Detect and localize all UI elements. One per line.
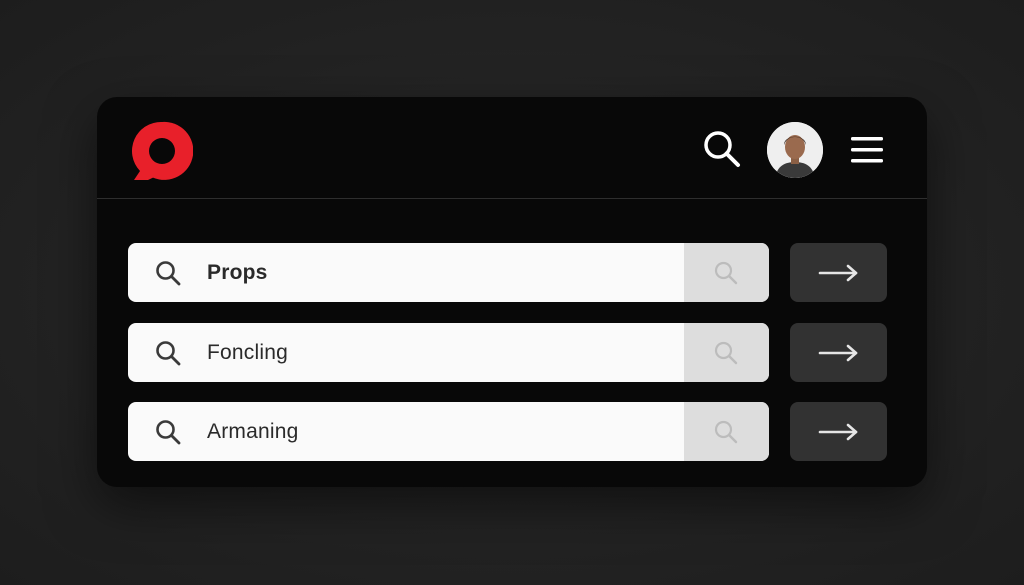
search-field[interactable]: Armaning <box>128 402 769 461</box>
search-icon <box>156 420 181 445</box>
search-icon <box>156 341 181 366</box>
search-row: Props <box>128 243 888 303</box>
field-search-button[interactable] <box>684 243 769 302</box>
arrow-right-icon <box>818 423 858 441</box>
search-icon <box>714 261 738 285</box>
search-field[interactable]: Foncling <box>128 323 769 382</box>
search-icon <box>714 420 738 444</box>
field-search-button[interactable] <box>684 323 769 382</box>
user-portrait-icon <box>767 122 823 178</box>
search-row: Foncling <box>128 323 888 383</box>
arrow-right-icon <box>818 264 858 282</box>
search-icon <box>156 261 181 286</box>
search-input-value[interactable]: Props <box>207 243 268 302</box>
search-icon[interactable] <box>700 127 744 171</box>
go-button[interactable] <box>790 243 887 302</box>
search-row: Armaning <box>128 402 888 462</box>
go-button[interactable] <box>790 323 887 382</box>
search-icon <box>714 341 738 365</box>
search-input-value[interactable]: Foncling <box>207 323 288 382</box>
search-card: Props Foncling Armaning <box>97 97 927 487</box>
field-search-button[interactable] <box>684 402 769 461</box>
search-input-value[interactable]: Armaning <box>207 402 298 461</box>
hamburger-menu-icon[interactable] <box>847 133 887 167</box>
user-avatar[interactable] <box>767 122 823 178</box>
brand-logo-icon[interactable] <box>131 120 193 182</box>
search-field[interactable]: Props <box>128 243 769 302</box>
header-bar <box>97 97 927 199</box>
arrow-right-icon <box>818 344 858 362</box>
go-button[interactable] <box>790 402 887 461</box>
